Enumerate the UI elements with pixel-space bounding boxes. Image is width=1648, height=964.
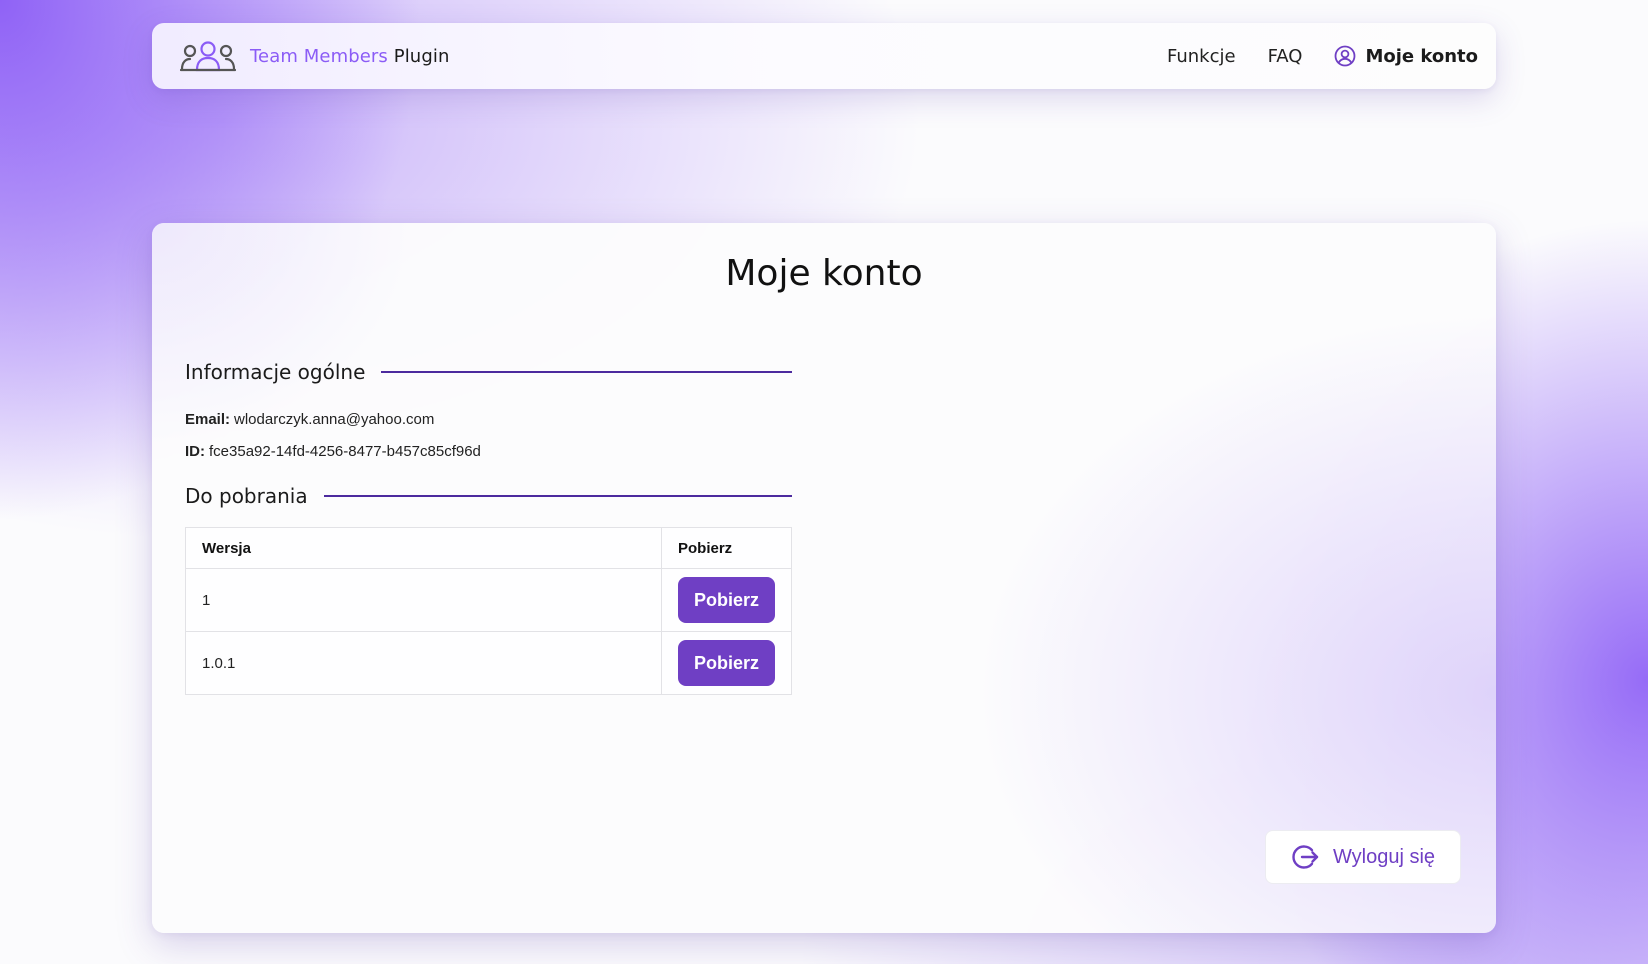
brand-link[interactable]: Team Members Plugin [180,40,449,72]
nav-link-faq[interactable]: FAQ [1268,46,1303,67]
section-heading-general-label: Informacje ogólne [185,360,366,384]
logout-button[interactable]: Wyloguj się [1265,830,1461,884]
section-heading-downloads-label: Do pobrania [185,484,308,508]
email-value: wlodarczyk.anna@yahoo.com [234,411,435,428]
brand-team-text: Team Members [250,45,388,67]
column-header-download: Pobierz [660,527,793,569]
nav-links: Funkcje FAQ Moje konto [1135,45,1478,67]
table-row: 1.0.1 Pobierz [185,631,793,695]
download-button[interactable]: Pobierz [677,640,775,686]
brand-plugin-text: Plugin [393,45,450,67]
navbar: Team Members Plugin Funkcje FAQ Moje kon… [152,23,1496,89]
section-divider [381,371,792,373]
section-heading-downloads: Do pobrania [185,484,792,508]
download-cell: Pobierz [660,568,793,632]
account-card: Moje konto Informacje ogólne Email: wloda… [152,223,1496,933]
page-title: Moje konto [725,253,923,294]
email-label: Email: [185,411,231,428]
logout-label: Wyloguj się [1332,845,1436,868]
nav-link-funkcje[interactable]: Funkcje [1167,46,1236,67]
id-value: fce35a92-14fd-4256-8477-b457c85cf96d [209,443,481,460]
downloads-table: Wersja Pobierz 1 Pobierz 1.0.1 Pobierz [185,527,793,695]
brand-name: Team Members Plugin [250,46,449,67]
column-header-version: Wersja [185,527,662,569]
version-cell: 1.0.1 [185,631,662,695]
table-header-row: Wersja Pobierz [185,527,793,569]
user-circle-icon [1334,45,1356,67]
table-row: 1 Pobierz [185,568,793,632]
id-row: ID: fce35a92-14fd-4256-8477-b457c85cf96d [185,443,481,460]
nav-link-account[interactable]: Moje konto [1334,45,1478,67]
team-members-icon [180,40,236,72]
logout-icon [1291,843,1319,871]
version-cell: 1 [185,568,662,632]
id-label: ID: [185,443,205,460]
download-cell: Pobierz [660,631,793,695]
account-label: Moje konto [1365,45,1478,67]
email-row: Email: wlodarczyk.anna@yahoo.com [185,411,434,428]
section-heading-general: Informacje ogólne [185,360,792,384]
download-button[interactable]: Pobierz [677,577,775,623]
section-divider [323,495,792,497]
